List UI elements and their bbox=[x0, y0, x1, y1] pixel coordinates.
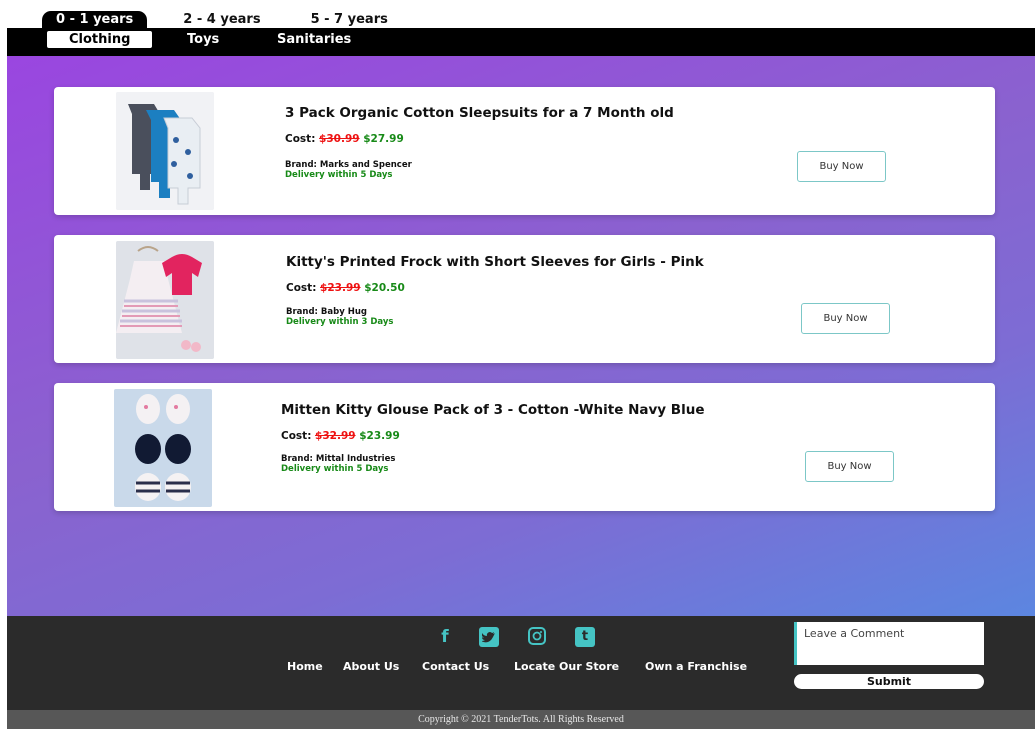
product-card: 3 Pack Organic Cotton Sleepsuits for a 7… bbox=[54, 87, 995, 215]
product-brand: Brand: Baby Hug bbox=[286, 307, 367, 317]
footer-link-contact-us[interactable]: Contact Us bbox=[422, 660, 489, 673]
tab-sanitaries[interactable]: Sanitaries bbox=[277, 31, 351, 48]
age-tabs: 0 - 1 years 2 - 4 years 5 - 7 years bbox=[42, 11, 402, 29]
old-price: $32.99 bbox=[315, 430, 356, 442]
cost-label: Cost: bbox=[281, 430, 312, 442]
instagram-icon[interactable] bbox=[528, 627, 546, 645]
tab-age-0-1[interactable]: 0 - 1 years bbox=[42, 11, 148, 29]
product-title: 3 Pack Organic Cotton Sleepsuits for a 7… bbox=[285, 105, 674, 121]
tab-toys[interactable]: Toys bbox=[187, 31, 219, 48]
product-image-mittens bbox=[114, 389, 212, 507]
product-delivery: Delivery within 5 Days bbox=[285, 170, 393, 180]
tab-age-2-4[interactable]: 2 - 4 years bbox=[169, 11, 274, 29]
product-list: 3 Pack Organic Cotton Sleepsuits for a 7… bbox=[7, 56, 1035, 616]
facebook-icon[interactable]: f bbox=[435, 627, 455, 647]
product-cost: Cost: $32.99 $23.99 bbox=[281, 430, 400, 442]
tumblr-icon[interactable]: t bbox=[575, 627, 595, 647]
new-price: $27.99 bbox=[363, 133, 404, 145]
footer-link-own-franchise[interactable]: Own a Franchise bbox=[645, 660, 747, 673]
product-image-sleepsuits bbox=[116, 92, 214, 210]
new-price: $20.50 bbox=[364, 282, 405, 294]
category-bar: Clothing Toys Sanitaries bbox=[7, 28, 1035, 56]
product-title: Kitty's Printed Frock with Short Sleeves… bbox=[286, 254, 704, 270]
buy-now-button[interactable]: Buy Now bbox=[797, 151, 886, 182]
footer-link-locate-store[interactable]: Locate Our Store bbox=[514, 660, 619, 673]
product-brand: Brand: Marks and Spencer bbox=[285, 160, 412, 170]
tab-age-5-7[interactable]: 5 - 7 years bbox=[297, 11, 402, 29]
product-delivery: Delivery within 3 Days bbox=[286, 317, 394, 327]
new-price: $23.99 bbox=[359, 430, 400, 442]
product-card: Mitten Kitty Glouse Pack of 3 - Cotton -… bbox=[54, 383, 995, 511]
product-title: Mitten Kitty Glouse Pack of 3 - Cotton -… bbox=[281, 402, 705, 418]
product-card: Kitty's Printed Frock with Short Sleeves… bbox=[54, 235, 995, 363]
tab-clothing[interactable]: Clothing bbox=[47, 31, 153, 48]
old-price: $23.99 bbox=[320, 282, 361, 294]
product-delivery: Delivery within 5 Days bbox=[281, 464, 389, 474]
product-cost: Cost: $23.99 $20.50 bbox=[286, 282, 405, 294]
product-brand: Brand: Mittal Industries bbox=[281, 454, 396, 464]
submit-button[interactable]: Submit bbox=[794, 674, 984, 689]
footer: f t Home About Us Contact Us Locate Our … bbox=[7, 616, 1035, 710]
twitter-icon[interactable] bbox=[479, 627, 499, 647]
product-image-frock bbox=[116, 241, 214, 359]
footer-link-home[interactable]: Home bbox=[287, 660, 323, 673]
cost-label: Cost: bbox=[286, 282, 317, 294]
buy-now-button[interactable]: Buy Now bbox=[801, 303, 890, 334]
cost-label: Cost: bbox=[285, 133, 316, 145]
buy-now-button[interactable]: Buy Now bbox=[805, 451, 894, 482]
comment-textarea[interactable]: Leave a Comment bbox=[794, 622, 984, 665]
old-price: $30.99 bbox=[319, 133, 360, 145]
footer-link-about-us[interactable]: About Us bbox=[343, 660, 399, 673]
product-cost: Cost: $30.99 $27.99 bbox=[285, 133, 404, 145]
copyright: Copyright © 2021 TenderTots. All Rights … bbox=[7, 710, 1035, 729]
